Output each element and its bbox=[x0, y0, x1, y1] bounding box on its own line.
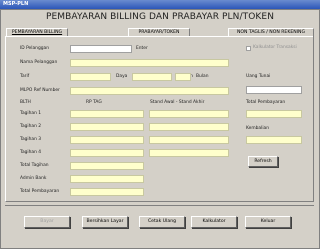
bulan-label: Bulan bbox=[196, 74, 209, 79]
total-pembayaran-field bbox=[70, 188, 144, 196]
tagihan-3-stand-field bbox=[149, 136, 229, 144]
id-pelanggan-label: ID Pelanggan bbox=[20, 46, 50, 51]
side-total-pembayaran-label: Total Pembayaran bbox=[246, 100, 286, 105]
side-total-pembayaran-field bbox=[246, 110, 302, 118]
kalkulator-button[interactable]: Kalkulator bbox=[191, 216, 237, 228]
keluar-button[interactable]: Keluar bbox=[245, 216, 291, 228]
column-stand: Stand Awal - Stand Akhir bbox=[150, 100, 205, 105]
tagihan-count-field bbox=[175, 73, 191, 81]
tarif-label: Tarif bbox=[20, 74, 30, 79]
total-tagihan-label: Total Tagihan bbox=[20, 163, 49, 168]
tagihan-2-stand-field bbox=[149, 123, 229, 131]
total-pembayaran-label: Total Pembayaran bbox=[20, 189, 60, 194]
tarif-field bbox=[70, 73, 111, 81]
tagihan-4-stand-field bbox=[149, 149, 229, 157]
tagihan-1-stand-field bbox=[149, 110, 229, 118]
tagihan-3-label: Tagihan 3 bbox=[20, 137, 42, 142]
column-blth: BLTH bbox=[20, 100, 31, 105]
tab-pembayaran-billing[interactable]: PEMBAYARAN BILLING bbox=[6, 28, 68, 36]
bayar-button[interactable]: Bayar bbox=[24, 216, 70, 228]
tab-prabayar-token[interactable]: PRABAYAR/TOKEN bbox=[128, 28, 190, 36]
nama-pelanggan-label: Nama Pelanggan bbox=[20, 60, 58, 65]
kembalian-label: Kembalian bbox=[246, 126, 270, 131]
uang-tunai-input[interactable] bbox=[246, 86, 302, 94]
tagihan-4-rp-field bbox=[70, 149, 144, 157]
page-title: PEMBAYARAN BILLING DAN PRABAYAR PLN/TOKE… bbox=[45, 12, 275, 22]
uang-tunai-label: Uang Tunai bbox=[246, 74, 271, 79]
mlpo-label: MLPO Ref Number bbox=[20, 88, 60, 93]
refresh-button[interactable]: Refresh bbox=[248, 156, 278, 167]
kalkulator-checkbox[interactable] bbox=[246, 46, 251, 51]
window-title: MSP-PLN bbox=[3, 1, 29, 7]
total-tagihan-field bbox=[70, 162, 144, 170]
admin-bank-label: Admin Bank bbox=[20, 176, 47, 181]
window-titlebar: MSP-PLN bbox=[0, 0, 320, 9]
tagihan-2-label: Tagihan 2 bbox=[20, 124, 42, 129]
id-pelanggan-input[interactable] bbox=[70, 45, 132, 53]
tagihan-2-rp-field bbox=[70, 123, 144, 131]
bersihkan-layar-button[interactable]: Bersihkan Layar bbox=[82, 216, 128, 228]
button-bar-divider bbox=[5, 205, 314, 206]
nama-pelanggan-field bbox=[70, 59, 229, 67]
tagihan-1-rp-field bbox=[70, 110, 144, 118]
column-rp-tag: RP TAG bbox=[86, 100, 102, 105]
tab-non-taglis[interactable]: NON TAGLIS / NON REKENING bbox=[228, 28, 314, 36]
tagihan-3-rp-field bbox=[70, 136, 144, 144]
daya-label: Daya bbox=[116, 74, 128, 79]
tagihan-4-label: Tagihan 4 bbox=[20, 150, 42, 155]
mlpo-field bbox=[70, 87, 229, 95]
daya-field bbox=[132, 73, 172, 81]
kalkulator-label: Kalkulator Transaksi bbox=[253, 45, 297, 50]
enter-hint: Enter bbox=[136, 46, 148, 51]
cetak-ulang-button[interactable]: Cetak Ulang bbox=[139, 216, 185, 228]
tagihan-1-label: Tagihan 1 bbox=[20, 111, 42, 116]
kembalian-field bbox=[246, 136, 302, 144]
admin-bank-field bbox=[70, 175, 144, 183]
